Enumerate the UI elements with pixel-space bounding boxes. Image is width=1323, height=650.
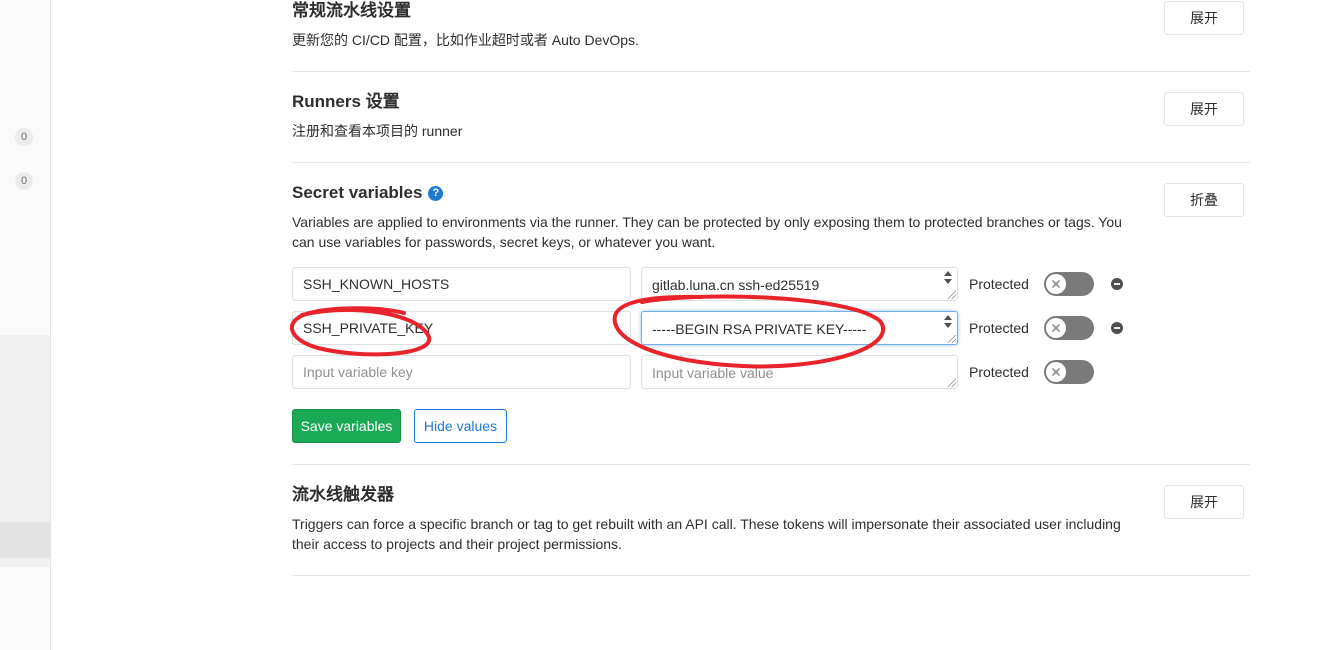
variable-value-textarea[interactable]: -----BEGIN RSA PRIVATE KEY----- <box>641 311 958 345</box>
scroll-up-arrow-icon[interactable] <box>944 315 952 320</box>
toggle-knob <box>1046 318 1066 338</box>
section-title-text: 流水线触发器 <box>292 485 394 504</box>
resize-grip-icon[interactable] <box>948 291 956 299</box>
section-title: Runners 设置 <box>292 91 1250 113</box>
pipeline-triggers-section: 流水线触发器 Triggers can force a specific bra… <box>292 465 1250 576</box>
protected-toggle[interactable] <box>1044 272 1094 296</box>
variable-list: gitlab.luna.cn ssh-ed25519 Protected <box>292 267 1250 389</box>
section-description: 注册和查看本项目的 runner <box>292 123 463 139</box>
save-variables-button[interactable]: Save variables <box>292 409 401 443</box>
minus-circle-icon <box>1111 278 1123 290</box>
close-icon <box>1052 280 1060 288</box>
section-title: 流水线触发器 <box>292 484 1250 506</box>
remove-variable-button[interactable] <box>1111 278 1123 290</box>
sidebar: 0 0 <box>0 0 51 650</box>
protected-label: Protected <box>969 364 1029 380</box>
count-badge: 0 <box>15 128 33 146</box>
variable-value-textarea[interactable]: gitlab.luna.cn ssh-ed25519 <box>641 267 958 301</box>
protected-toggle[interactable] <box>1044 360 1094 384</box>
resize-grip-icon[interactable] <box>948 335 956 343</box>
variable-key-input[interactable] <box>292 267 631 301</box>
protected-label: Protected <box>969 320 1029 336</box>
scroll-up-arrow-icon[interactable] <box>944 271 952 276</box>
section-description: Triggers can force a specific branch or … <box>292 516 1121 552</box>
secret-variables-section: Secret variables ? Variables are applied… <box>292 163 1250 465</box>
hide-values-button[interactable]: Hide values <box>414 409 507 443</box>
minus-circle-icon <box>1111 322 1123 334</box>
collapse-button[interactable]: 折叠 <box>1164 183 1244 217</box>
new-variable-key-input[interactable] <box>292 355 631 389</box>
variable-key-input[interactable] <box>292 311 631 345</box>
variable-value-wrapper: -----BEGIN RSA PRIVATE KEY----- <box>641 311 958 345</box>
question-circle-icon[interactable]: ? <box>428 185 444 201</box>
remove-variable-button[interactable] <box>1111 322 1123 334</box>
toggle-knob <box>1046 362 1066 382</box>
close-icon <box>1052 368 1060 376</box>
section-title: 常规流水线设置 <box>292 0 1250 22</box>
close-icon <box>1052 324 1060 332</box>
section-title: Secret variables ? <box>292 182 1250 204</box>
expand-button[interactable]: 展开 <box>1164 1 1244 35</box>
protected-label: Protected <box>969 276 1029 292</box>
section-title-text: Runners 设置 <box>292 92 400 111</box>
scroll-down-arrow-icon[interactable] <box>944 279 952 284</box>
new-variable-row: Protected <box>292 355 1250 389</box>
new-variable-value-textarea[interactable] <box>641 355 958 389</box>
variable-row: gitlab.luna.cn ssh-ed25519 Protected <box>292 267 1250 301</box>
scroll-down-arrow-icon[interactable] <box>944 323 952 328</box>
count-badge: 0 <box>15 172 33 190</box>
section-description: Variables are applied to environments vi… <box>292 214 1122 250</box>
settings-content: 常规流水线设置 更新您的 CI/CD 配置，比如作业超时或者 Auto DevO… <box>292 0 1250 576</box>
toggle-knob <box>1046 274 1066 294</box>
section-description: 更新您的 CI/CD 配置，比如作业超时或者 Auto DevOps. <box>292 32 639 48</box>
variable-actions: Save variables Hide values <box>292 409 1250 443</box>
expand-button[interactable]: 展开 <box>1164 485 1244 519</box>
resize-grip-icon[interactable] <box>948 379 956 387</box>
section-title-text: Secret variables <box>292 183 423 202</box>
expand-button[interactable]: 展开 <box>1164 92 1244 126</box>
runners-section: Runners 设置 注册和查看本项目的 runner 展开 <box>292 72 1250 163</box>
general-pipelines-section: 常规流水线设置 更新您的 CI/CD 配置，比如作业超时或者 Auto DevO… <box>292 0 1250 72</box>
variable-value-wrapper: gitlab.luna.cn ssh-ed25519 <box>641 267 958 301</box>
variable-row: -----BEGIN RSA PRIVATE KEY----- Protecte… <box>292 311 1250 345</box>
variable-value-wrapper <box>641 355 958 389</box>
sidebar-nav-item-active[interactable] <box>0 522 50 558</box>
protected-toggle[interactable] <box>1044 316 1094 340</box>
section-title-text: 常规流水线设置 <box>292 1 411 20</box>
